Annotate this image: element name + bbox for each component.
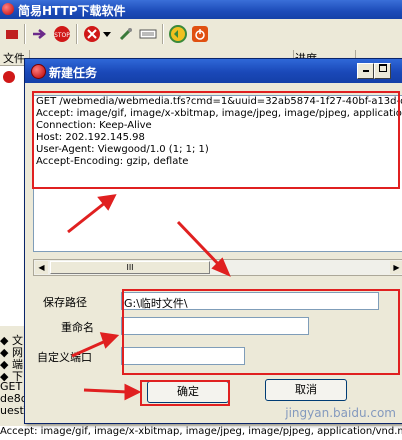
annotation-arrow-head (99, 332, 120, 349)
annotation-arrows (67, 194, 231, 401)
annotation-arrow (176, 220, 224, 270)
watermark: jingyan.baidu.com (285, 406, 396, 420)
annotation-arrow-head (124, 383, 142, 401)
annotation-arrow (67, 200, 107, 234)
annotation-arrow (83, 388, 129, 394)
annotation-arrow (71, 338, 109, 358)
